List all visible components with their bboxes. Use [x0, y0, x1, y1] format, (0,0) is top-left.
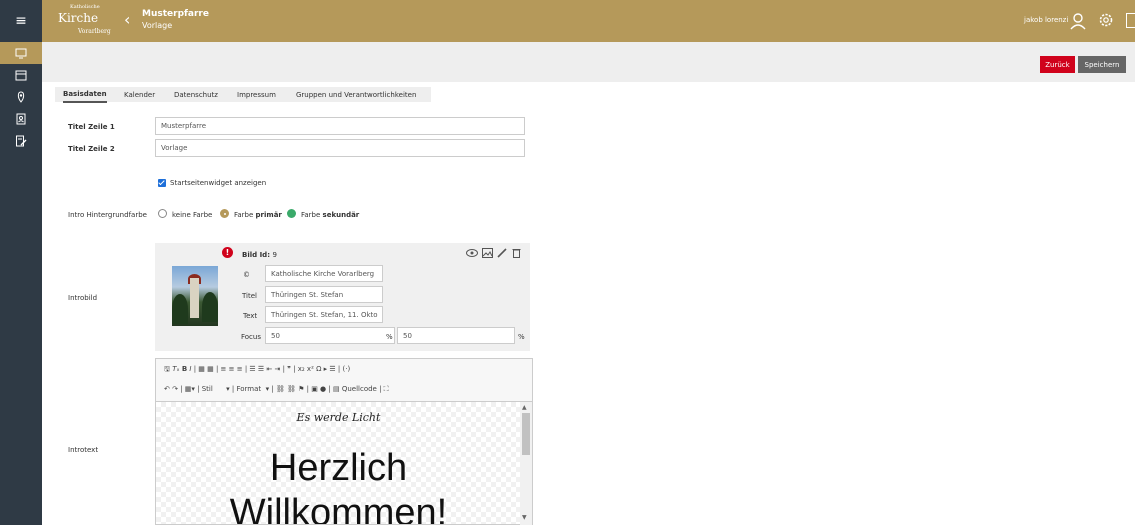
sidebar-item-calendar[interactable]: [0, 64, 42, 86]
image-title-input[interactable]: Thüringen St. Stefan: [265, 286, 383, 303]
logo[interactable]: Katholische Kirche Vorarlberg: [58, 4, 122, 38]
source-code-button[interactable]: Quellcode: [342, 385, 377, 393]
radio-primary-color[interactable]: [220, 209, 229, 218]
map-pin-icon: [17, 91, 25, 103]
pencil-icon[interactable]: [497, 248, 507, 258]
focus-x-input[interactable]: 50: [265, 327, 395, 344]
user-name[interactable]: jakob lorenzi: [1024, 16, 1068, 24]
image-gallery-icon[interactable]: [482, 248, 493, 258]
copyright-input[interactable]: Katholische Kirche Vorarlberg: [265, 265, 383, 282]
alert-icon: !: [222, 247, 233, 258]
introtext-label: Introtext: [68, 446, 99, 454]
editor-toolbar-row-1[interactable]: 🖫 Tₓ B I | ▦ ▦ | ≡ ≡ ≡ | ☰ ☰ ⇤ ⇥ | ❞ | x…: [164, 365, 350, 376]
widget-checkbox-label: Startseitenwidget anzeigen: [170, 179, 267, 187]
copyright-label: ©: [243, 271, 250, 279]
tab-impressum[interactable]: Impressum: [237, 87, 276, 103]
action-bar: [42, 42, 1135, 82]
sidebar-item-contacts[interactable]: [0, 108, 42, 130]
logo-line-3: Vorarlberg: [78, 28, 111, 35]
trash-icon[interactable]: [512, 248, 521, 258]
scroll-down-icon[interactable]: ▼: [522, 514, 527, 521]
radio-secondary-label: Farbe sekundär: [301, 211, 360, 219]
image-text-input[interactable]: Thüringen St. Stefan, 11. Okto: [265, 306, 383, 323]
radio-no-color-label: keine Farbe: [172, 211, 213, 219]
editor-heading: Es werde Licht: [296, 411, 381, 424]
page-title: Musterpfarre: [142, 9, 209, 19]
user-icon[interactable]: [1068, 11, 1088, 31]
edit-document-icon: [16, 135, 27, 147]
tab-kalender[interactable]: Kalender: [124, 87, 155, 103]
focus-y-percent: %: [518, 333, 525, 341]
back-chevron-icon[interactable]: ‹: [124, 10, 130, 29]
intro-bg-label: Intro Hintergrundfarbe: [68, 211, 147, 219]
image-text-label: Text: [243, 312, 258, 320]
contact-book-icon: [16, 113, 26, 125]
editor-scroll-thumb[interactable]: [522, 413, 530, 455]
intro-image-thumbnail[interactable]: [172, 266, 218, 326]
sidebar-item-edit[interactable]: [0, 130, 42, 152]
radio-secondary-color[interactable]: [287, 209, 296, 218]
style-dropdown[interactable]: Stil: [202, 385, 213, 393]
radio-no-color[interactable]: [158, 209, 167, 218]
focus-y-input[interactable]: 50: [397, 327, 515, 344]
title2-label: Titel Zeile 2: [68, 145, 115, 153]
title1-label: Titel Zeile 1: [68, 123, 115, 131]
eye-icon[interactable]: [466, 248, 478, 258]
focus-x-percent: %: [386, 333, 393, 341]
back-button[interactable]: Zurück: [1040, 56, 1075, 73]
logout-icon[interactable]: [1126, 13, 1135, 28]
gear-icon[interactable]: [1098, 12, 1114, 28]
editor-welcome-text: Herzlich Willkommen!: [229, 447, 448, 525]
scroll-up-icon[interactable]: ▲: [522, 404, 527, 411]
introbild-label: Introbild: [68, 294, 98, 302]
widget-checkbox[interactable]: [158, 179, 166, 187]
focus-label: Focus: [241, 333, 261, 341]
editor-toolbar-row-2[interactable]: ↶ ↷ | ▦▾ | Stil ▾ | Format ▾ | ⛓ ⛓ ⚑ | ▣…: [164, 385, 389, 394]
monitor-icon: [15, 48, 27, 59]
calendar-icon: [15, 70, 27, 81]
sidebar-item-website[interactable]: [0, 42, 42, 64]
tab-datenschutz[interactable]: Datenschutz: [174, 87, 218, 103]
title1-input[interactable]: Musterpfarre: [155, 117, 525, 135]
sidebar-item-locations[interactable]: [0, 86, 42, 108]
image-title-label: Titel: [242, 292, 258, 300]
save-button[interactable]: Speichern: [1078, 56, 1126, 73]
radio-primary-label: Farbe primär: [234, 211, 282, 219]
sidebar: [0, 42, 42, 525]
page-subtitle: Vorlage: [142, 21, 173, 30]
logo-line-1: Katholische: [70, 4, 100, 10]
tab-basisdaten[interactable]: Basisdaten: [63, 87, 107, 103]
editor-toolbar: 🖫 Tₓ B I | ▦ ▦ | ≡ ≡ ≡ | ☰ ☰ ⇤ ⇥ | ❞ | x…: [155, 358, 533, 402]
title2-input[interactable]: Vorlage: [155, 139, 525, 157]
hamburger-menu-icon[interactable]: ≡: [0, 0, 42, 42]
logo-line-2: Kirche: [58, 11, 99, 25]
editor-body[interactable]: Es werde Licht Herzlich Willkommen!: [155, 402, 533, 525]
tab-gruppen[interactable]: Gruppen und Verantwortlichkeiten: [296, 87, 416, 103]
image-id-label: Bild Id: 9: [242, 251, 277, 259]
format-dropdown[interactable]: Format: [236, 385, 261, 393]
